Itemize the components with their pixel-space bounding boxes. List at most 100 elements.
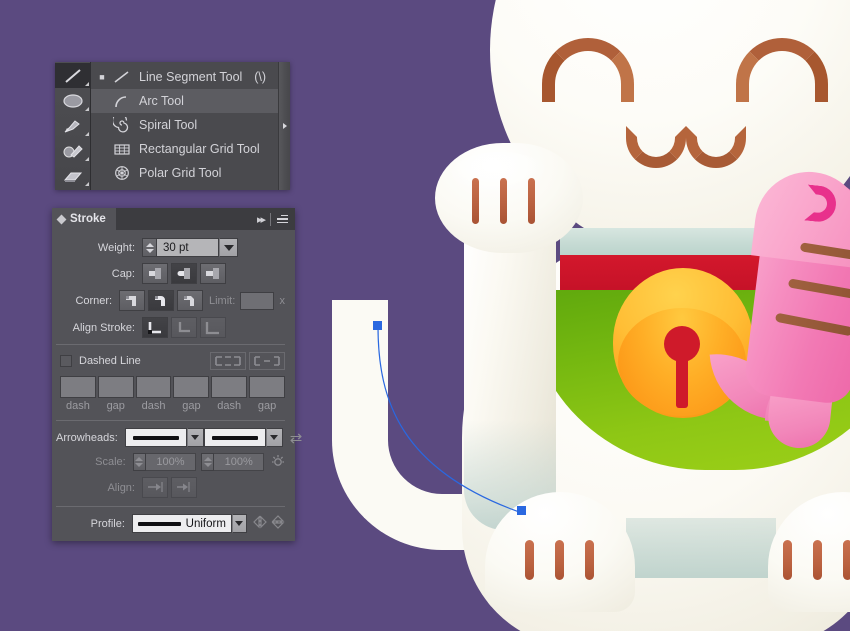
stepper-up-icon[interactable] (135, 457, 144, 461)
menu-item-spiral-tool[interactable]: Spiral Tool (91, 113, 278, 137)
stepper-down-icon[interactable] (203, 463, 212, 467)
swap-arrowheads-icon[interactable]: ⇄ (290, 429, 303, 447)
dash-field-5: dash (211, 376, 248, 412)
dashed-line-checkbox[interactable] (60, 355, 72, 367)
gap-input[interactable] (173, 376, 210, 398)
path-anchor-start[interactable] (373, 321, 382, 330)
profile-dropdown-button[interactable] (231, 514, 247, 533)
arrowhead-start-select[interactable] (124, 428, 204, 447)
align-arrowheads-row: Align: (56, 477, 285, 498)
scale-end-input[interactable]: 100% (214, 453, 264, 471)
dash-input[interactable] (60, 376, 96, 398)
ellipse-tool-icon[interactable] (55, 88, 91, 113)
dash-field-label: dash (217, 400, 242, 412)
menu-item-rectangular-grid-tool[interactable]: Rectangular Grid Tool (91, 137, 278, 161)
projecting-cap-button[interactable] (200, 263, 226, 284)
menu-item-line-segment-tool[interactable]: ■ Line Segment Tool (\) (91, 65, 278, 89)
eraser-tool-icon[interactable] (55, 163, 91, 188)
menu-item-label: Line Segment Tool (139, 70, 243, 84)
tool-flyout-indicator (85, 107, 89, 111)
align-inside-button[interactable] (171, 317, 197, 338)
panel-title: Stroke (70, 213, 106, 225)
arrowhead-start-preview (124, 428, 187, 447)
divider (56, 420, 285, 421)
flyout-tearoff-handle[interactable] (278, 62, 290, 190)
line-icon (109, 67, 135, 87)
dash-field-6: gap (249, 376, 285, 412)
divider (270, 212, 271, 226)
screen: ■ Line Segment Tool (\) Arc Tool Spiral … (0, 0, 850, 631)
link-scales-icon[interactable] (271, 454, 285, 471)
arrowhead-start-dropdown[interactable] (186, 428, 204, 447)
arrowhead-end-dropdown[interactable] (265, 428, 283, 447)
scale-end-stepper[interactable] (201, 453, 215, 471)
dash-input[interactable] (211, 376, 248, 398)
butt-cap-button[interactable] (142, 263, 168, 284)
weight-dropdown-button[interactable] (219, 238, 238, 257)
align-stroke-label: Align Stroke: (72, 321, 135, 334)
tab-stroke[interactable]: Stroke (52, 208, 116, 230)
menu-item-label: Arc Tool (139, 94, 184, 108)
menu-item-label: Polar Grid Tool (139, 166, 222, 180)
dash-input[interactable] (135, 376, 172, 398)
align-arrowheads-group (142, 477, 200, 498)
tab-bar-spacer (116, 208, 257, 230)
gap-input[interactable] (249, 376, 285, 398)
round-cap-button[interactable] (171, 263, 197, 284)
path-anchor-end[interactable] (517, 506, 526, 515)
flip-across-icon[interactable] (253, 515, 267, 532)
panel-tab-bar: Stroke ▸▸ (52, 208, 295, 230)
weight-label: Weight: (97, 241, 135, 254)
profile-preview-icon (137, 521, 181, 526)
tool-flyout-indicator (85, 182, 89, 186)
weight-row: Weight: 30 pt (56, 238, 285, 257)
round-join-button[interactable] (148, 290, 175, 311)
weight-input[interactable]: 30 pt (157, 238, 219, 257)
dash-field-4: gap (173, 376, 210, 412)
flip-along-icon[interactable] (271, 515, 285, 532)
stepper-down-icon[interactable] (135, 463, 144, 467)
paintbrush-tool-icon[interactable] (55, 113, 91, 138)
weight-stepper[interactable] (142, 238, 157, 257)
align-center-button[interactable] (142, 317, 168, 338)
miter-join-button[interactable] (119, 290, 146, 311)
blob-brush-tool-icon[interactable] (55, 138, 91, 163)
panel-collapse-diamond-icon[interactable] (56, 214, 67, 224)
profile-select[interactable]: Uniform (131, 514, 232, 533)
scale-start-input[interactable]: 100% (146, 453, 196, 471)
dash-preserve-exact-lengths-button[interactable] (210, 352, 246, 370)
stroke-panel[interactable]: Stroke ▸▸ Weight: 30 pt Cap: Corner: Lim… (52, 208, 302, 541)
arc-path-curve[interactable] (377, 325, 523, 514)
corner-row: Corner: Limit: x (56, 290, 285, 311)
stepper-up-icon[interactable] (203, 457, 212, 461)
dash-field-1: dash (60, 376, 96, 412)
line-segment-tool-icon[interactable] (55, 63, 91, 88)
dash-field-label: dash (65, 400, 90, 412)
align-outside-button[interactable] (200, 317, 226, 338)
menu-item-arc-tool[interactable]: Arc Tool (91, 89, 278, 113)
dash-gap-fields: dash gap dash gap dash gap (56, 376, 285, 412)
miter-limit-input[interactable] (240, 291, 274, 310)
double-arrow-right-icon[interactable]: ▸▸ (257, 213, 266, 226)
panel-menu-icon[interactable] (277, 214, 288, 224)
corner-label: Corner: (75, 294, 113, 307)
polar-grid-icon (109, 163, 135, 183)
arrowhead-end-preview (203, 428, 266, 447)
arrowheads-row: Arrowheads: ⇄ (56, 428, 302, 447)
bevel-join-button[interactable] (177, 290, 204, 311)
arc-icon (109, 91, 135, 111)
align-stroke-row: Align Stroke: (56, 317, 285, 338)
gap-input[interactable] (97, 376, 134, 398)
place-arrows-at-end-button[interactable] (171, 477, 197, 498)
menu-item-polar-grid-tool[interactable]: Polar Grid Tool (91, 161, 278, 185)
scale-start-stepper[interactable] (132, 453, 147, 471)
align-label: Align: (107, 481, 135, 494)
stepper-up-icon[interactable] (145, 242, 154, 247)
stepper-down-icon[interactable] (145, 248, 154, 253)
line-tool-flyout-menu[interactable]: ■ Line Segment Tool (\) Arc Tool Spiral … (55, 62, 290, 190)
dash-align-to-corners-button[interactable] (249, 352, 285, 370)
dashed-line-label: Dashed Line (79, 355, 141, 367)
extend-arrows-beyond-end-button[interactable] (142, 477, 168, 498)
arrowhead-end-select[interactable] (203, 428, 283, 447)
dash-field-2: gap (97, 376, 134, 412)
